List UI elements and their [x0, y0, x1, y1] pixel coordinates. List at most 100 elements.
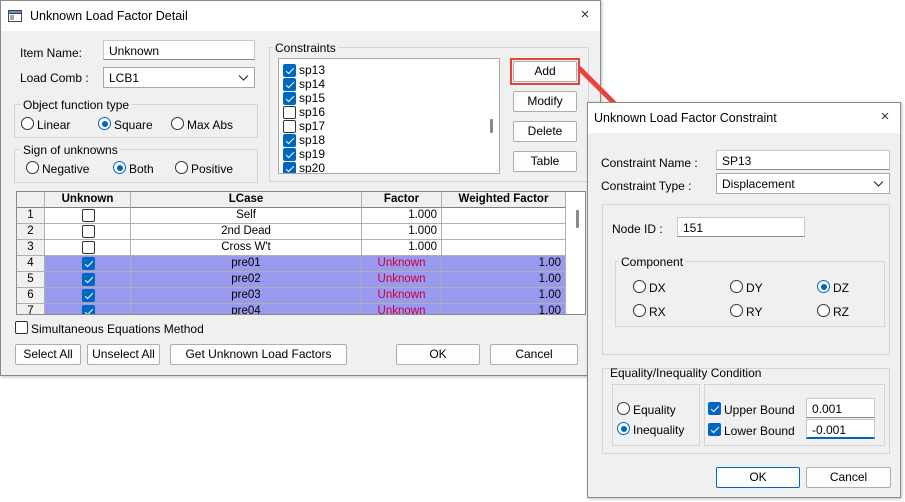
- item-name-input[interactable]: Unknown: [103, 40, 255, 60]
- factor-cell: 1.000: [362, 208, 442, 224]
- radio-inequality[interactable]: [617, 422, 630, 435]
- upper-bound-input[interactable]: 0.001: [806, 398, 875, 418]
- constraint-ok-button[interactable]: OK: [716, 467, 800, 488]
- simultaneous-label: Simultaneous Equations Method: [31, 322, 204, 336]
- constraint-name-input[interactable]: SP13: [716, 150, 890, 170]
- weighted-cell: [442, 224, 566, 240]
- unknown-checkbox[interactable]: [82, 273, 95, 286]
- unknown-cell[interactable]: [45, 272, 131, 288]
- unknown-cell[interactable]: [45, 256, 131, 272]
- unknown-cell[interactable]: [45, 288, 131, 304]
- upper-bound-label: Upper Bound: [724, 403, 795, 417]
- unknown-checkbox[interactable]: [82, 289, 95, 302]
- lower-bound-label: Lower Bound: [724, 424, 795, 438]
- table-scrollbar[interactable]: [576, 210, 579, 228]
- load-factor-table[interactable]: Unknown LCase Factor Weighted Factor 1 S…: [16, 191, 586, 315]
- lower-bound-checkbox[interactable]: [708, 423, 721, 436]
- lower-bound-input[interactable]: -0.001: [806, 419, 875, 439]
- constraints-list[interactable]: sp13 sp14 sp15 sp16 sp17 sp18 sp19 sp20: [278, 58, 500, 174]
- radio-max-abs-label: Max Abs: [187, 118, 234, 132]
- constraint-checkbox[interactable]: [283, 134, 296, 147]
- radio-rz[interactable]: [817, 304, 830, 317]
- constraint-checkbox[interactable]: [283, 120, 296, 133]
- radio-max-abs[interactable]: [171, 117, 184, 130]
- weighted-cell: 1.00: [442, 256, 566, 272]
- weighted-cell: 1.00: [442, 288, 566, 304]
- constraint-checkbox[interactable]: [283, 106, 296, 119]
- delete-button[interactable]: Delete: [513, 121, 577, 142]
- factor-cell: Unknown: [362, 256, 442, 272]
- constraint-checkbox[interactable]: [283, 78, 296, 91]
- upper-bound-checkbox[interactable]: [708, 402, 721, 415]
- select-all-button[interactable]: Select All: [15, 344, 81, 365]
- unknown-cell[interactable]: [45, 240, 131, 256]
- radio-dx-label: DX: [649, 281, 666, 295]
- radio-dy-label: DY: [746, 281, 763, 295]
- factor-cell: Unknown: [362, 272, 442, 288]
- row-number: 6: [17, 288, 45, 304]
- constraint-checkbox[interactable]: [283, 148, 296, 161]
- lcase-cell: pre04: [131, 304, 362, 314]
- simultaneous-checkbox[interactable]: [15, 321, 28, 334]
- unknown-cell[interactable]: [45, 224, 131, 240]
- row-number: 7: [17, 304, 45, 314]
- window-icon: [8, 10, 22, 22]
- node-id-input[interactable]: 151: [677, 217, 805, 237]
- constraint-checkbox[interactable]: [283, 162, 296, 173]
- constraint-checkbox[interactable]: [283, 92, 296, 105]
- load-comb-value: LCB1: [109, 71, 140, 85]
- radio-positive-label: Positive: [191, 162, 234, 176]
- radio-dz[interactable]: [817, 280, 830, 293]
- radio-equality[interactable]: [617, 402, 630, 415]
- radio-linear[interactable]: [21, 117, 34, 130]
- radio-rz-label: RZ: [833, 305, 849, 319]
- column-header-factor: Factor: [362, 192, 442, 208]
- constraint-type-value: Displacement: [722, 177, 795, 191]
- radio-rx[interactable]: [633, 304, 646, 317]
- modify-button[interactable]: Modify: [513, 91, 577, 112]
- unknown-load-factor-detail-dialog: Unknown Load Factor Detail × Item Name: …: [0, 0, 601, 376]
- factor-cell: Unknown: [362, 304, 442, 314]
- weighted-cell: 1.00: [442, 272, 566, 288]
- unselect-all-button[interactable]: Unselect All: [87, 344, 160, 365]
- row-number: 3: [17, 240, 45, 256]
- radio-ry[interactable]: [730, 304, 743, 317]
- radio-positive[interactable]: [175, 161, 188, 174]
- add-button-highlight: [510, 58, 580, 85]
- get-unknown-load-factors-button[interactable]: Get Unknown Load Factors: [170, 344, 347, 365]
- load-comb-select[interactable]: LCB1: [103, 67, 255, 88]
- constraint-type-select[interactable]: Displacement: [716, 173, 890, 194]
- constraint-close-icon[interactable]: ×: [876, 108, 894, 126]
- ok-button[interactable]: OK: [396, 344, 480, 365]
- row-number: 1: [17, 208, 45, 224]
- radio-dx[interactable]: [633, 280, 646, 293]
- main-close-icon[interactable]: ×: [576, 6, 594, 24]
- constraint-cancel-button[interactable]: Cancel: [806, 467, 891, 488]
- constraint-checkbox[interactable]: [283, 64, 296, 77]
- load-comb-label: Load Comb :: [20, 71, 89, 85]
- node-id-label: Node ID :: [612, 222, 663, 236]
- constraints-scrollbar[interactable]: [490, 119, 493, 133]
- radio-both[interactable]: [113, 161, 126, 174]
- radio-square[interactable]: [98, 117, 111, 130]
- unknown-cell[interactable]: [45, 208, 131, 224]
- constraint-name: sp14: [299, 77, 326, 91]
- unknown-checkbox[interactable]: [82, 257, 95, 270]
- radio-ry-label: RY: [746, 305, 763, 319]
- unknown-checkbox[interactable]: [82, 305, 95, 314]
- cancel-button[interactable]: Cancel: [490, 344, 578, 365]
- item-name-label: Item Name:: [20, 46, 83, 60]
- weighted-cell: 1.00: [442, 304, 566, 314]
- unknown-checkbox[interactable]: [82, 225, 95, 238]
- radio-dy[interactable]: [730, 280, 743, 293]
- table-button[interactable]: Table: [513, 151, 577, 172]
- unknown-checkbox[interactable]: [82, 241, 95, 254]
- row-number: 5: [17, 272, 45, 288]
- radio-rx-label: RX: [649, 305, 666, 319]
- factor-cell: 1.000: [362, 224, 442, 240]
- radio-negative[interactable]: [26, 161, 39, 174]
- column-header-lcase: LCase: [131, 192, 362, 208]
- column-header-weighted: Weighted Factor: [442, 192, 566, 208]
- unknown-cell[interactable]: [45, 304, 131, 314]
- unknown-checkbox[interactable]: [82, 209, 95, 222]
